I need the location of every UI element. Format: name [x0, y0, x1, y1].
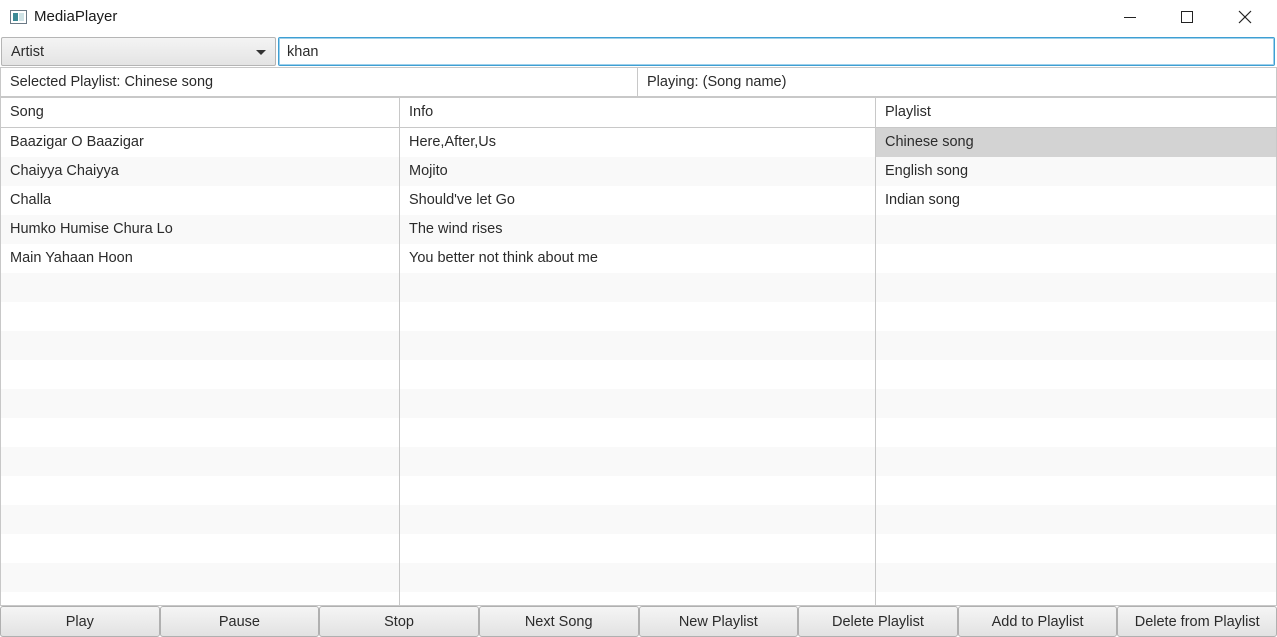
empty-row: [400, 505, 875, 534]
empty-row: [876, 244, 1276, 273]
filter-dropdown-value: Artist: [11, 44, 45, 60]
songs-table-body: Baazigar O Baazigar Chaiyya Chaiyya Challa…: [1, 128, 399, 605]
empty-row: [400, 302, 875, 331]
playlist-column-header[interactable]: Playlist: [876, 98, 1276, 128]
stop-button[interactable]: Stop: [319, 606, 479, 637]
playlist-row[interactable]: Indian song: [876, 186, 1276, 215]
empty-row: [876, 563, 1276, 592]
info-table[interactable]: Info Here,After,Us Mojito Should've let Go…: [399, 97, 877, 606]
empty-row: [400, 592, 875, 605]
info-row[interactable]: Here,After,Us: [400, 128, 875, 157]
empty-row: [400, 476, 875, 505]
empty-row: [1, 331, 399, 360]
song-row[interactable]: Humko Humise Chura Lo: [1, 215, 399, 244]
empty-row: [1, 447, 399, 476]
info-row[interactable]: Should've let Go: [400, 186, 875, 215]
playlist-table-body: Chinese song English song Indian song: [876, 128, 1276, 605]
empty-row: [1, 273, 399, 302]
minimize-icon: [1124, 16, 1136, 18]
empty-row: [400, 447, 875, 476]
empty-row: [400, 534, 875, 563]
play-button[interactable]: Play: [0, 606, 160, 637]
empty-row: [1, 505, 399, 534]
empty-row: [876, 476, 1276, 505]
pause-button[interactable]: Pause: [159, 606, 320, 637]
info-row[interactable]: Mojito: [400, 157, 875, 186]
empty-row: [400, 360, 875, 389]
delete-playlist-button[interactable]: Delete Playlist: [798, 606, 958, 637]
empty-row: [876, 331, 1276, 360]
button-bar: Play Pause Stop Next Song New Playlist Delete…: [0, 606, 1277, 637]
selected-playlist-label: Selected Playlist: Chinese song: [0, 67, 638, 97]
songs-table[interactable]: Song Baazigar O Baazigar Chaiyya Chaiyya C…: [0, 97, 401, 606]
chevron-down-icon: [256, 50, 266, 55]
empty-row: [876, 215, 1276, 244]
empty-row: [400, 418, 875, 447]
add-to-playlist-button[interactable]: Add to Playlist: [957, 606, 1118, 637]
close-icon: [1238, 10, 1252, 24]
empty-row: [876, 302, 1276, 331]
song-row[interactable]: Challa: [1, 186, 399, 215]
empty-row: [876, 389, 1276, 418]
search-input[interactable]: [278, 37, 1275, 66]
songs-column-header[interactable]: Song: [1, 98, 399, 128]
window-title: MediaPlayer: [34, 8, 118, 25]
song-row[interactable]: Baazigar O Baazigar: [1, 128, 399, 157]
song-row[interactable]: Main Yahaan Hoon: [1, 244, 399, 273]
maximize-icon: [1181, 11, 1193, 23]
empty-row: [1, 563, 399, 592]
filter-dropdown[interactable]: Artist: [1, 37, 276, 66]
empty-row: [400, 273, 875, 302]
search-row: Artist: [0, 36, 1277, 67]
song-row[interactable]: Chaiyya Chaiyya: [1, 157, 399, 186]
empty-row: [1, 534, 399, 563]
app-icon: [10, 10, 27, 24]
delete-from-playlist-button[interactable]: Delete from Playlist: [1117, 606, 1277, 637]
info-table-body: Here,After,Us Mojito Should've let Go The w…: [400, 128, 875, 605]
now-playing-label: Playing: (Song name): [637, 67, 1277, 97]
empty-row: [1, 360, 399, 389]
close-button[interactable]: [1222, 0, 1268, 34]
empty-row: [876, 273, 1276, 302]
maximize-button[interactable]: [1164, 0, 1210, 34]
info-row[interactable]: The wind rises: [400, 215, 875, 244]
empty-row: [876, 360, 1276, 389]
empty-row: [1, 389, 399, 418]
info-row[interactable]: You better not think about me: [400, 244, 875, 273]
empty-row: [876, 447, 1276, 476]
playlist-table[interactable]: Playlist Chinese song English song Indian …: [875, 97, 1277, 606]
empty-row: [876, 592, 1276, 605]
empty-row: [876, 505, 1276, 534]
empty-row: [876, 534, 1276, 563]
empty-row: [400, 563, 875, 592]
new-playlist-button[interactable]: New Playlist: [638, 606, 799, 637]
minimize-button[interactable]: [1107, 0, 1153, 34]
title-bar: MediaPlayer: [0, 0, 1277, 36]
status-row: Selected Playlist: Chinese song Playing:…: [0, 67, 1277, 97]
playlist-row[interactable]: English song: [876, 157, 1276, 186]
empty-row: [876, 418, 1276, 447]
empty-row: [1, 302, 399, 331]
empty-row: [400, 331, 875, 360]
empty-row: [1, 476, 399, 505]
empty-row: [1, 592, 399, 605]
playlist-row[interactable]: Chinese song: [876, 128, 1276, 157]
empty-row: [400, 389, 875, 418]
next-song-button[interactable]: Next Song: [478, 606, 639, 637]
empty-row: [1, 418, 399, 447]
info-column-header[interactable]: Info: [400, 98, 875, 128]
